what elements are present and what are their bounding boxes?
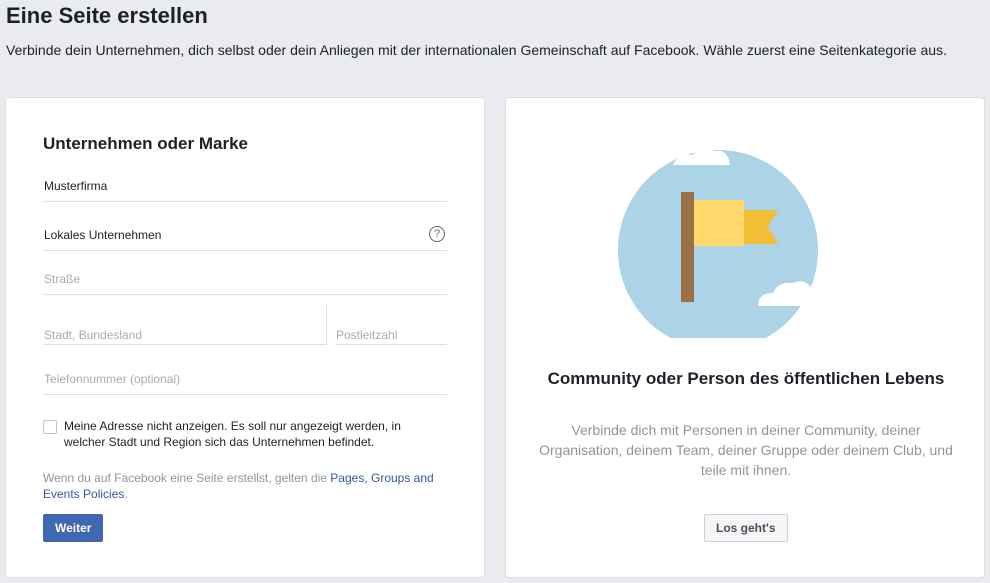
community-card-title: Community oder Person des öffentlichen L… <box>547 369 945 388</box>
street-input[interactable] <box>43 265 448 293</box>
city-field-wrapper <box>43 312 327 354</box>
flag-front <box>694 200 744 246</box>
business-card: Unternehmen oder Marke ? Meine Adresse n… <box>5 97 485 578</box>
community-card-description: Verbinde dich mit Personen in deiner Com… <box>539 422 953 478</box>
business-card-title: Unternehmen oder Marke <box>43 134 248 153</box>
start-button[interactable]: Los geht's <box>704 514 788 542</box>
field-divider <box>326 305 327 345</box>
help-icon[interactable]: ? <box>429 226 445 242</box>
zip-input[interactable] <box>335 312 448 354</box>
flag-pole <box>681 192 694 302</box>
category-field-wrapper: ? <box>43 221 448 251</box>
page-name-input[interactable] <box>43 172 448 200</box>
policy-suffix: . <box>124 487 128 501</box>
city-input[interactable] <box>43 312 327 354</box>
page-name-field-wrapper <box>43 172 448 202</box>
street-field-wrapper <box>43 265 448 295</box>
zip-field-wrapper <box>335 312 448 354</box>
category-input[interactable] <box>43 221 448 249</box>
next-button[interactable]: Weiter <box>43 514 104 542</box>
flag-illustration-icon <box>618 148 830 338</box>
phone-input[interactable] <box>43 365 448 393</box>
phone-field-wrapper <box>43 365 448 395</box>
policy-text: Wenn du auf Facebook eine Seite erstells… <box>43 470 453 502</box>
page-subtitle: Verbinde dein Unternehmen, dich selbst o… <box>6 42 947 58</box>
page-title: Eine Seite erstellen <box>6 3 208 28</box>
hide-address-checkbox[interactable] <box>43 420 57 434</box>
community-card: Community oder Person des öffentlichen L… <box>505 97 985 578</box>
policy-prefix: Wenn du auf Facebook eine Seite erstells… <box>43 471 331 485</box>
hide-address-label: Meine Adresse nicht anzeigen. Es soll nu… <box>64 419 401 449</box>
